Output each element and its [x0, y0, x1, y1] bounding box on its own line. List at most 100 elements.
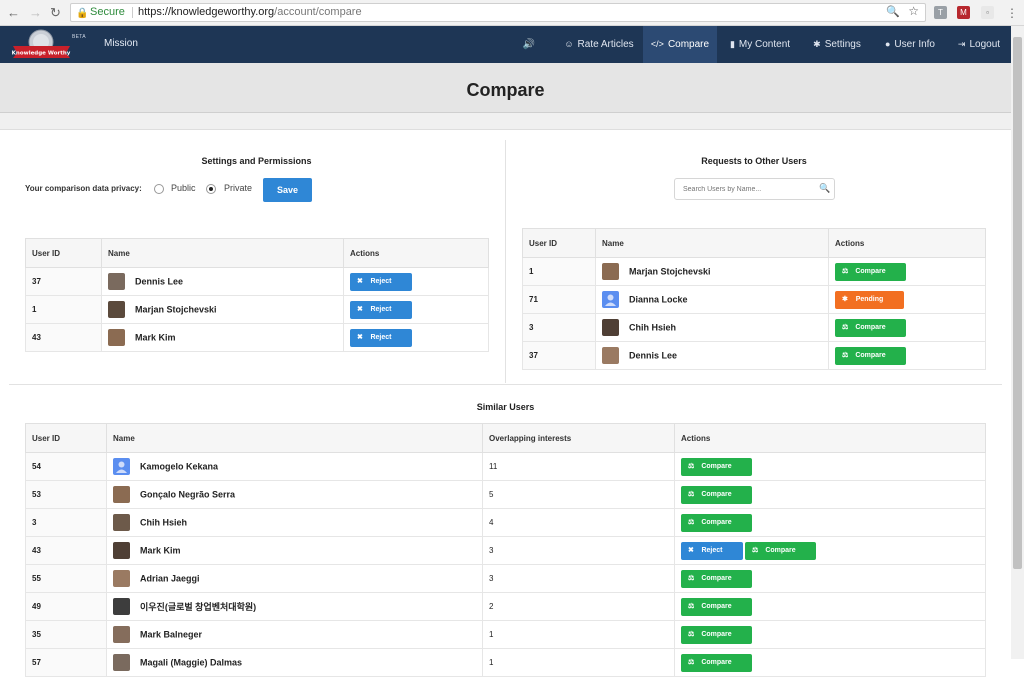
extension-icon[interactable]: ▫ [981, 6, 994, 19]
private-radio[interactable] [206, 184, 216, 194]
user-name[interactable]: Mark Kim [135, 333, 176, 343]
scrollbar-thumb[interactable] [1013, 37, 1022, 569]
reload-icon[interactable]: ↻ [50, 5, 61, 21]
smile-icon: ☺ [564, 39, 574, 49]
save-button[interactable]: Save [263, 178, 312, 202]
balance-scale-icon: ⚖ [688, 630, 695, 638]
actions-cell: ✖ Reject [343, 267, 489, 296]
user-id-cell: 55 [25, 564, 107, 593]
pending-button[interactable]: ✱ Pending [835, 290, 904, 309]
nav-logout[interactable]: ⇥ Logout [950, 26, 1008, 63]
table-row: 37 Dennis Lee ⚖ Compare [522, 341, 986, 370]
user-name[interactable]: Dennis Lee [135, 277, 183, 287]
public-radio[interactable] [154, 184, 164, 194]
compare-button[interactable]: ⚖ Compare [681, 653, 752, 672]
user-name[interactable]: Mark Balneger [140, 630, 202, 640]
compare-button[interactable]: ⚖ Compare [681, 597, 752, 616]
nav-rate-articles[interactable]: ☺ Rate Articles [556, 26, 642, 63]
name-cell: Adrian Jaeggi [106, 564, 483, 593]
zoom-icon[interactable]: 🔍 [886, 4, 900, 21]
user-name[interactable]: Dennis Lee [629, 351, 677, 361]
reject-button[interactable]: ✖ Reject [681, 541, 743, 560]
nav-mission-link[interactable]: Mission [104, 38, 138, 49]
nav-compare[interactable]: </> Compare [643, 26, 717, 63]
compare-label: Compare [701, 574, 732, 582]
name-cell: Kamogelo Kekana [106, 452, 483, 481]
col-name: Name [595, 228, 829, 258]
reject-button[interactable]: ✖ Reject [350, 272, 412, 291]
private-label[interactable]: Private [224, 183, 252, 193]
name-cell: Chih Hsieh [595, 313, 829, 342]
forward-icon[interactable]: → [29, 5, 42, 21]
avatar [602, 263, 619, 280]
compare-button[interactable]: ⚖ Compare [835, 318, 906, 337]
search-users-input[interactable] [674, 178, 835, 200]
browser-menu-icon[interactable]: ⋮ [1006, 5, 1018, 21]
sound-icon[interactable]: 🔊 [516, 26, 542, 63]
actions-cell: ⚖ Compare [674, 592, 986, 621]
compare-button[interactable]: ⚖ Compare [835, 262, 906, 281]
compare-label: Compare [855, 351, 886, 359]
bookmark-star-icon[interactable]: ☆ [908, 3, 919, 20]
actions-cell: ⚖ Compare [674, 480, 986, 509]
logo-text: Knowledge Worthy [12, 51, 71, 57]
public-label[interactable]: Public [171, 183, 196, 193]
user-name[interactable]: Magali (Maggie) Dalmas [140, 658, 242, 668]
page-scrollbar[interactable] [1011, 26, 1024, 659]
compare-label: Compare [701, 518, 732, 526]
nav-my-content[interactable]: ▮ My Content [720, 26, 800, 63]
compare-button[interactable]: ⚖ Compare [681, 485, 752, 504]
address-bar[interactable]: 🔒 Secure https://knowledgeworthy.org/acc… [70, 3, 926, 22]
table-row: 49 이우진(글로벌 창업벤처대학원) 2 ⚖ Compare [25, 592, 986, 621]
user-id-cell: 54 [25, 452, 107, 481]
balance-scale-icon: ⚖ [752, 546, 759, 554]
compare-label: Compare [701, 490, 732, 498]
user-name[interactable]: Adrian Jaeggi [140, 574, 200, 584]
back-icon[interactable]: ← [7, 5, 20, 21]
user-name[interactable]: Dianna Locke [629, 295, 688, 305]
url-text[interactable]: https://knowledgeworthy.org/account/comp… [138, 4, 362, 21]
compare-button[interactable]: ⚖ Compare [681, 457, 752, 476]
reject-button[interactable]: ✖ Reject [350, 328, 412, 347]
user-icon: ● [884, 39, 891, 49]
user-name[interactable]: Chih Hsieh [629, 323, 676, 333]
user-id-cell: 53 [25, 480, 107, 509]
similar-users-table: User ID Name Overlapping interests Actio… [25, 423, 986, 677]
name-cell: 이우진(글로벌 창업벤처대학원) [106, 592, 483, 621]
reject-button[interactable]: ✖ Reject [350, 300, 412, 319]
overlap-cell: 11 [482, 452, 675, 481]
extension-t-icon[interactable]: T [934, 6, 947, 19]
compare-button[interactable]: ⚖ Compare [835, 346, 906, 365]
overlap-cell: 5 [482, 480, 675, 509]
user-id-cell: 71 [522, 285, 596, 314]
search-icon[interactable]: 🔍 [819, 183, 830, 194]
user-name[interactable]: 이우진(글로벌 창업벤처대학원) [140, 602, 256, 612]
user-name[interactable]: Gonçalo Negrão Serra [140, 490, 235, 500]
nav-user-info[interactable]: ● User Info [876, 26, 944, 63]
user-id-cell: 1 [522, 257, 596, 286]
reject-label: Reject [370, 277, 392, 285]
site-navbar: Knowledge Worthy BETA Mission 🔊 ☺ Rate Ar… [0, 26, 1011, 63]
name-cell: Mark Kim [106, 536, 483, 565]
user-name[interactable]: Chih Hsieh [140, 518, 187, 528]
nav-my-content-label: My Content [738, 39, 791, 50]
user-name[interactable]: Marjan Stojchevski [135, 305, 217, 315]
nav-settings[interactable]: ✱ Settings [804, 26, 870, 63]
spinner-icon: ✱ [842, 295, 848, 303]
overlap-cell: 1 [482, 648, 675, 677]
compare-button[interactable]: ⚖ Compare [681, 569, 752, 588]
compare-button[interactable]: ⚖ Compare [681, 513, 752, 532]
compare-button[interactable]: ⚖ Compare [681, 625, 752, 644]
user-name[interactable]: Marjan Stojchevski [629, 267, 711, 277]
table-row: 37 Dennis Lee ✖ Reject [25, 267, 489, 296]
privacy-label: Your comparison data privacy: [25, 184, 142, 193]
knowledge-worthy-logo[interactable]: Knowledge Worthy [11, 28, 72, 61]
compare-label: Compare [701, 630, 732, 638]
user-name[interactable]: Mark Kim [140, 546, 181, 556]
actions-cell: ✖ Reject [343, 295, 489, 324]
table-row: 3 Chih Hsieh ⚖ Compare [522, 313, 986, 342]
compare-button[interactable]: ⚖ Compare [745, 541, 816, 560]
logout-icon: ⇥ [957, 39, 966, 49]
extension-m-icon[interactable]: M [957, 6, 970, 19]
user-name[interactable]: Kamogelo Kekana [140, 462, 218, 472]
